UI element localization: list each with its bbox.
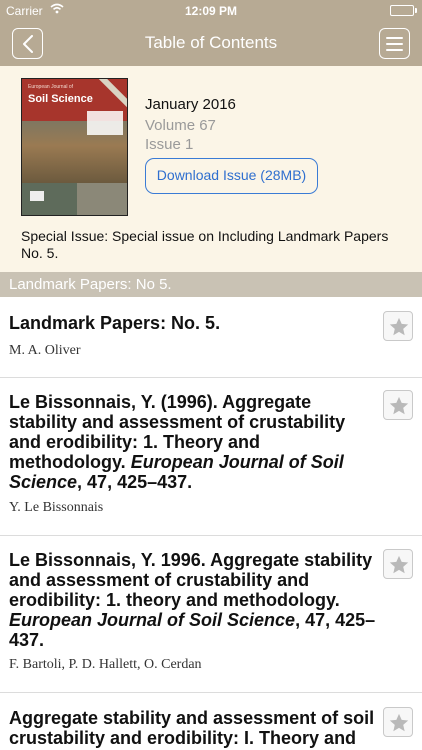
article-row[interactable]: Aggregate stability and assessment of so… xyxy=(0,693,422,750)
article-title-text: Le Bissonnais, Y. 1996. Aggregate stabil… xyxy=(9,550,373,610)
issue-date: January 2016 xyxy=(145,96,236,113)
star-icon xyxy=(389,396,409,415)
download-issue-button[interactable]: Download Issue (28MB) xyxy=(145,158,318,194)
article-journal: European Journal of Soil Science xyxy=(9,610,296,630)
article-row[interactable]: Le Bissonnais, Y. 1996. Aggregate stabil… xyxy=(0,536,422,693)
hamburger-menu-icon-line xyxy=(386,37,403,39)
clock-time: 12:09 PM xyxy=(184,4,238,18)
menu-button[interactable] xyxy=(379,28,410,59)
cover-photo-small xyxy=(77,183,127,215)
article-authors: F. Bartoli, P. D. Hallett, O. Cerdan xyxy=(9,657,202,672)
issue-panel: European Journal of Soil Science January… xyxy=(0,66,422,272)
article-authors: Y. Le Bissonnais xyxy=(9,500,104,515)
issue-cover-image[interactable]: European Journal of Soil Science xyxy=(21,78,128,216)
cover-title: Soil Science xyxy=(28,93,93,105)
article-row[interactable]: Le Bissonnais, Y. (1996). Aggregate stab… xyxy=(0,378,422,536)
special-issue-note: Special Issue: Special issue on Includin… xyxy=(21,228,389,261)
hamburger-menu-icon-line xyxy=(386,49,403,51)
cover-inset xyxy=(87,111,123,135)
battery-icon xyxy=(390,5,414,16)
article-title-text: Aggregate stability and assessment of so… xyxy=(9,708,375,750)
top-bar: Carrier 12:09 PM Table of Contents xyxy=(0,0,422,66)
publisher-logo xyxy=(30,191,44,201)
article-row[interactable]: Landmark Papers: No. 5. M. A. Oliver xyxy=(0,297,422,378)
article-title-text: Landmark Papers: No. 5. xyxy=(9,313,221,333)
article-title: Le Bissonnais, Y. 1996. Aggregate stabil… xyxy=(9,550,381,650)
issue-volume: Volume 67 xyxy=(145,117,216,134)
star-icon xyxy=(389,713,409,732)
article-authors: M. A. Oliver xyxy=(9,343,81,358)
issue-number: Issue 1 xyxy=(145,136,194,153)
star-icon xyxy=(389,317,409,336)
cover-subtitle: European Journal of xyxy=(28,84,74,90)
status-bar: Carrier 12:09 PM xyxy=(0,0,422,22)
hamburger-menu-icon-line xyxy=(386,43,403,45)
favorite-button[interactable] xyxy=(383,390,413,420)
article-citation: , 47, 425–437. xyxy=(77,472,193,492)
page-title: Table of Contents xyxy=(144,33,278,52)
favorite-button[interactable] xyxy=(383,549,413,579)
star-icon xyxy=(389,555,409,574)
favorite-button[interactable] xyxy=(383,707,413,737)
favorite-button[interactable] xyxy=(383,311,413,341)
article-title: Le Bissonnais, Y. (1996). Aggregate stab… xyxy=(9,392,381,492)
section-header: Landmark Papers: No 5. xyxy=(0,272,422,297)
article-title: Landmark Papers: No. 5. xyxy=(9,313,381,333)
navigation-bar: Table of Contents xyxy=(0,22,422,66)
article-title: Aggregate stability and assessment of so… xyxy=(9,708,381,750)
battery-tip xyxy=(415,8,417,13)
